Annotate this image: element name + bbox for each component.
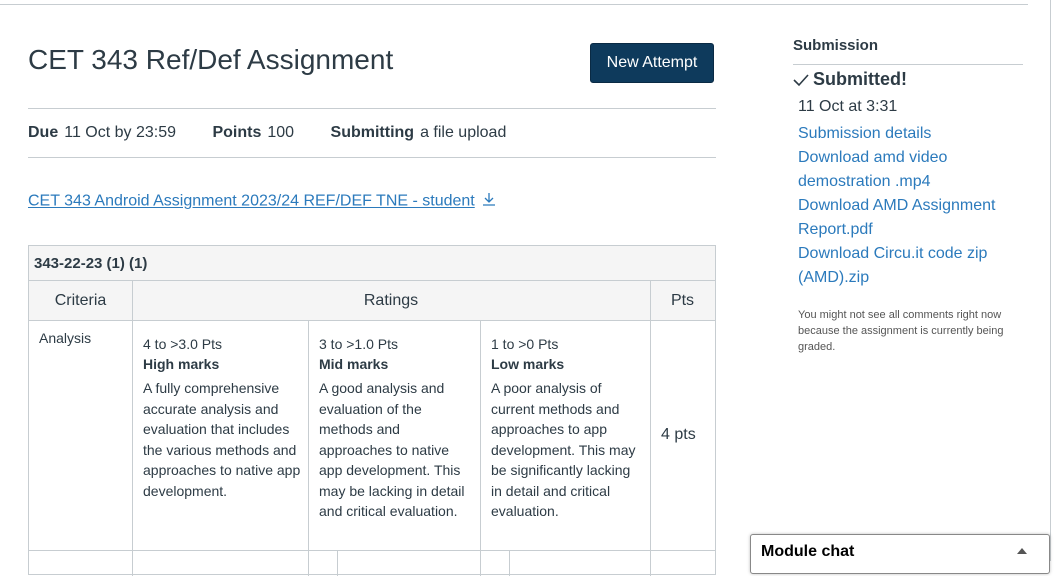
rating-divider [308, 321, 309, 576]
download-icon[interactable] [481, 191, 497, 212]
rating-low[interactable]: 1 to >0 Pts Low marks A poor analysis of… [491, 334, 643, 522]
rating-points: 4 to >3.0 Pts [143, 336, 222, 352]
criteria-header: Criteria [29, 281, 132, 321]
due-value: 11 Oct by 23:59 [64, 124, 177, 141]
rating-label: Mid marks [319, 356, 389, 372]
sidebar-divider [793, 64, 1023, 65]
page-title: CET 343 Ref/Def Assignment [28, 44, 394, 75]
checkmark-icon [793, 71, 809, 92]
due-group: Due 11 Oct by 23:59 [28, 124, 176, 142]
points-group: Points 100 [212, 124, 294, 142]
divider [28, 157, 716, 158]
pts-header: Pts [650, 281, 715, 321]
divider [28, 108, 716, 109]
submission-heading: Submission [793, 37, 879, 54]
rubric-table: 343-22-23 (1) (1) Criteria Ratings Pts A… [28, 245, 716, 576]
rating-high[interactable]: 4 to >3.0 Pts High marks A fully compreh… [143, 334, 301, 501]
submission-links: Submission details Download amd video de… [798, 122, 1028, 290]
caret-up-icon[interactable] [1017, 548, 1027, 554]
module-chat-widget[interactable]: Module chat [750, 534, 1050, 574]
criterion-score: 4 pts [661, 426, 696, 443]
grading-note: You might not see all comments right now… [798, 309, 1004, 353]
new-attempt-button[interactable]: New Attempt [590, 43, 714, 83]
rating-divider [509, 550, 510, 576]
rating-description: A good analysis and evaluation of the me… [319, 380, 465, 519]
row-divider [29, 550, 715, 551]
submitting-group: Submitting a file upload [331, 124, 507, 142]
due-label: Due [28, 124, 59, 141]
attachment-download-link[interactable]: CET 343 Android Assignment 2023/24 REF/D… [28, 191, 497, 212]
rating-label: High marks [143, 356, 220, 372]
submission-date: 11 Oct at 3:31 [798, 98, 898, 115]
submitting-label: Submitting [330, 124, 415, 141]
top-divider [0, 4, 1028, 5]
column-divider [650, 281, 651, 576]
rating-divider [480, 321, 481, 576]
rating-points: 3 to >1.0 Pts [319, 336, 398, 352]
download-report-link[interactable]: Download AMD Assignment Report.pdf [798, 194, 1028, 242]
rating-description: A fully comprehensive accurate analysis … [143, 380, 301, 499]
assignment-details: Due 11 Oct by 23:59 Points 100 Submitting a… [28, 124, 538, 142]
rating-label: Low marks [491, 356, 565, 372]
rating-points: 1 to >0 Pts [491, 336, 559, 352]
submission-status: Submitted! [793, 69, 907, 92]
module-chat-title: Module chat [761, 543, 855, 560]
submission-status-text: Submitted! [813, 69, 907, 89]
rating-divider [337, 550, 338, 576]
criterion-name: Analysis [39, 330, 92, 346]
page-right-border [1050, 0, 1051, 561]
rubric-title: 343-22-23 (1) (1) [29, 246, 715, 281]
rating-description: A poor analysis of current methods and a… [491, 380, 636, 519]
download-code-zip-link[interactable]: Download Circu.it code zip (AMD).zip [798, 242, 1028, 290]
attachment-link-text: CET 343 Android Assignment 2023/24 REF/D… [28, 192, 475, 210]
column-divider [132, 281, 133, 576]
rating-mid[interactable]: 3 to >1.0 Pts Mid marks A good analysis … [319, 334, 475, 522]
ratings-header: Ratings [132, 281, 650, 321]
download-video-link[interactable]: Download amd video demostration .mp4 [798, 146, 1028, 194]
submission-details-link[interactable]: Submission details [798, 122, 1028, 146]
submitting-value: a file upload [420, 124, 507, 141]
points-value: 100 [267, 124, 295, 141]
points-label: Points [212, 124, 262, 141]
